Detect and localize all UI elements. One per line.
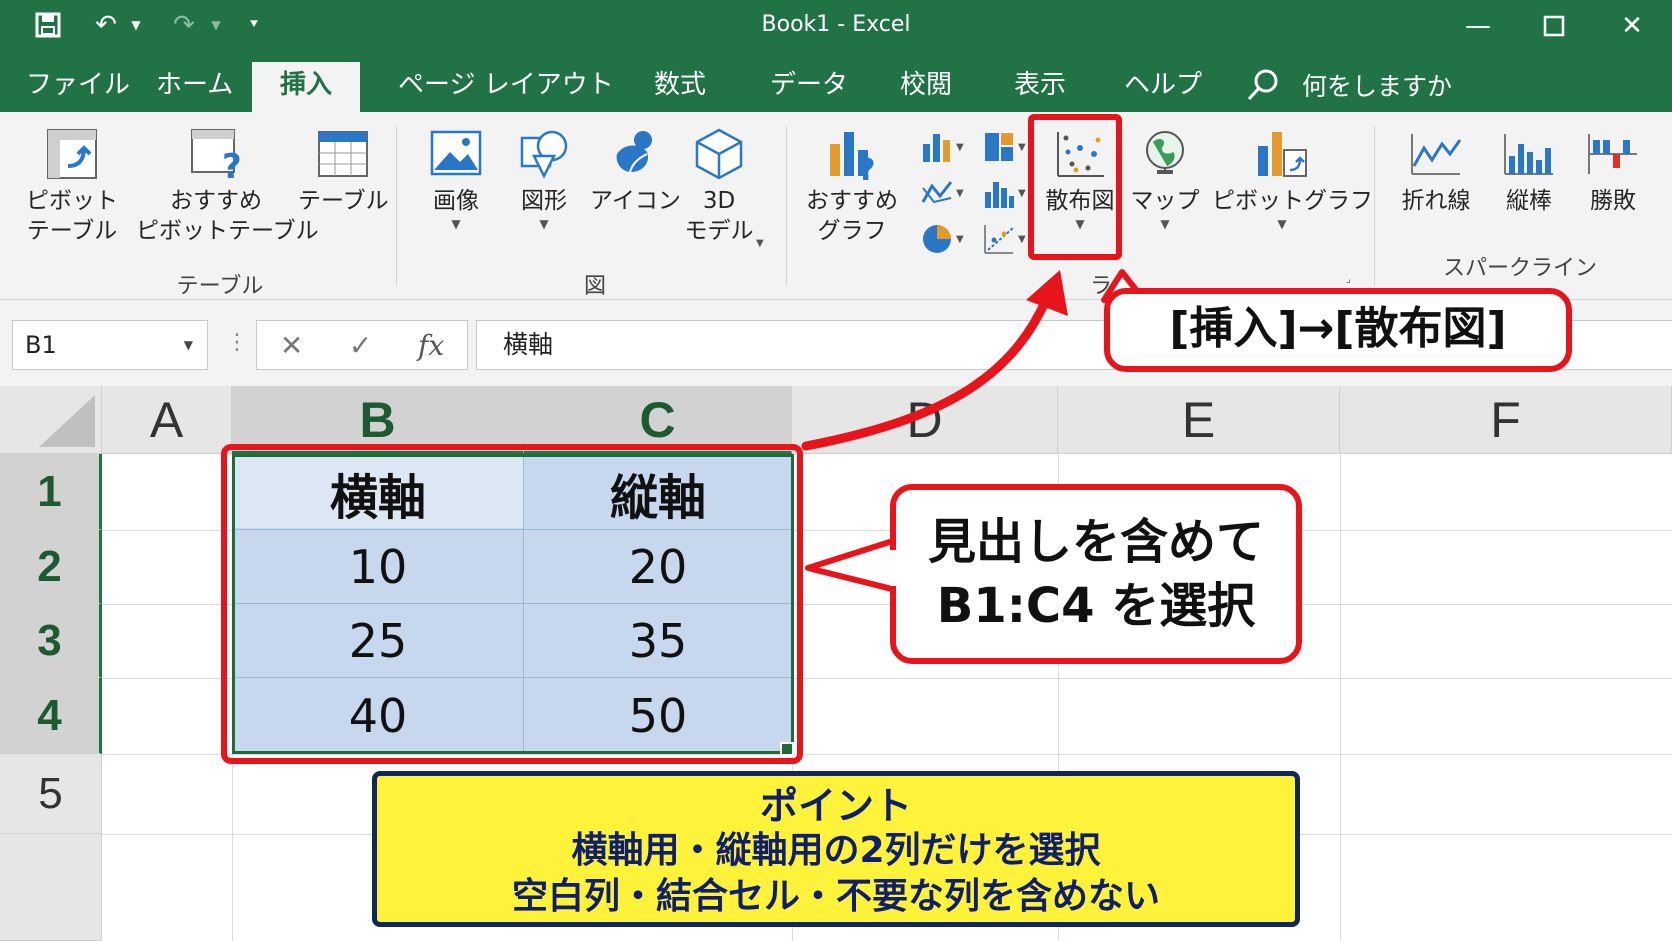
select-callout-line2: B1:C4 を選択 — [936, 578, 1256, 634]
callout-tail-cover — [1122, 294, 1150, 304]
arrow-head — [1026, 270, 1068, 316]
select-callout-line1: 見出しを含めて — [927, 514, 1264, 570]
selection-highlight-box — [221, 444, 803, 764]
arrow-to-scatter — [801, 295, 1051, 451]
point-line1: 横軸用・縦軸用の2列だけを選択 — [571, 830, 1101, 871]
point-line2: 空白列・結合セル・不要な列を含めない — [511, 876, 1160, 917]
select-range-callout: 見出しを含めて B1:C4 を選択 — [890, 484, 1302, 664]
scatter-highlight-box — [1028, 114, 1122, 260]
insert-scatter-callout: [挿入]→[散布図] — [1104, 288, 1572, 372]
point-title: ポイント — [759, 784, 912, 828]
point-note: ポイント 横軸用・縦軸用の2列だけを選択 空白列・結合セル・不要な列を含めない — [372, 771, 1300, 927]
callout-tail — [805, 537, 897, 593]
callout-tail-cover — [890, 550, 902, 586]
